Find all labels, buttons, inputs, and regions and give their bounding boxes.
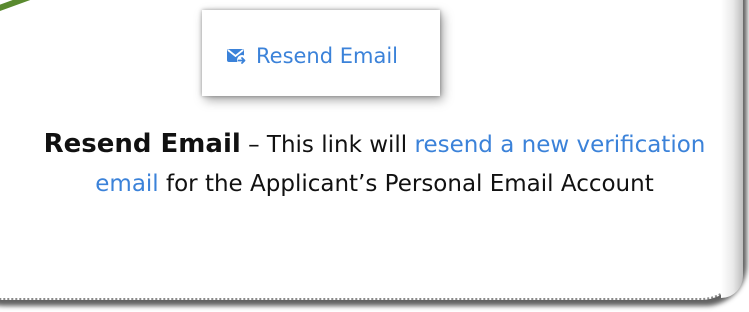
resend-email-label: Resend Email <box>256 44 399 68</box>
resend-email-link[interactable]: Resend Email <box>226 44 398 68</box>
description-term: Resend Email <box>43 129 241 159</box>
description-rest: for the Applicant’s Personal Email Accou… <box>158 171 654 197</box>
description-text: Resend Email – This link will resend a n… <box>10 125 739 204</box>
button-snapshot: Resend Email <box>202 10 440 96</box>
email-forward-icon <box>227 49 247 65</box>
description-dash: – This link will <box>240 132 415 158</box>
